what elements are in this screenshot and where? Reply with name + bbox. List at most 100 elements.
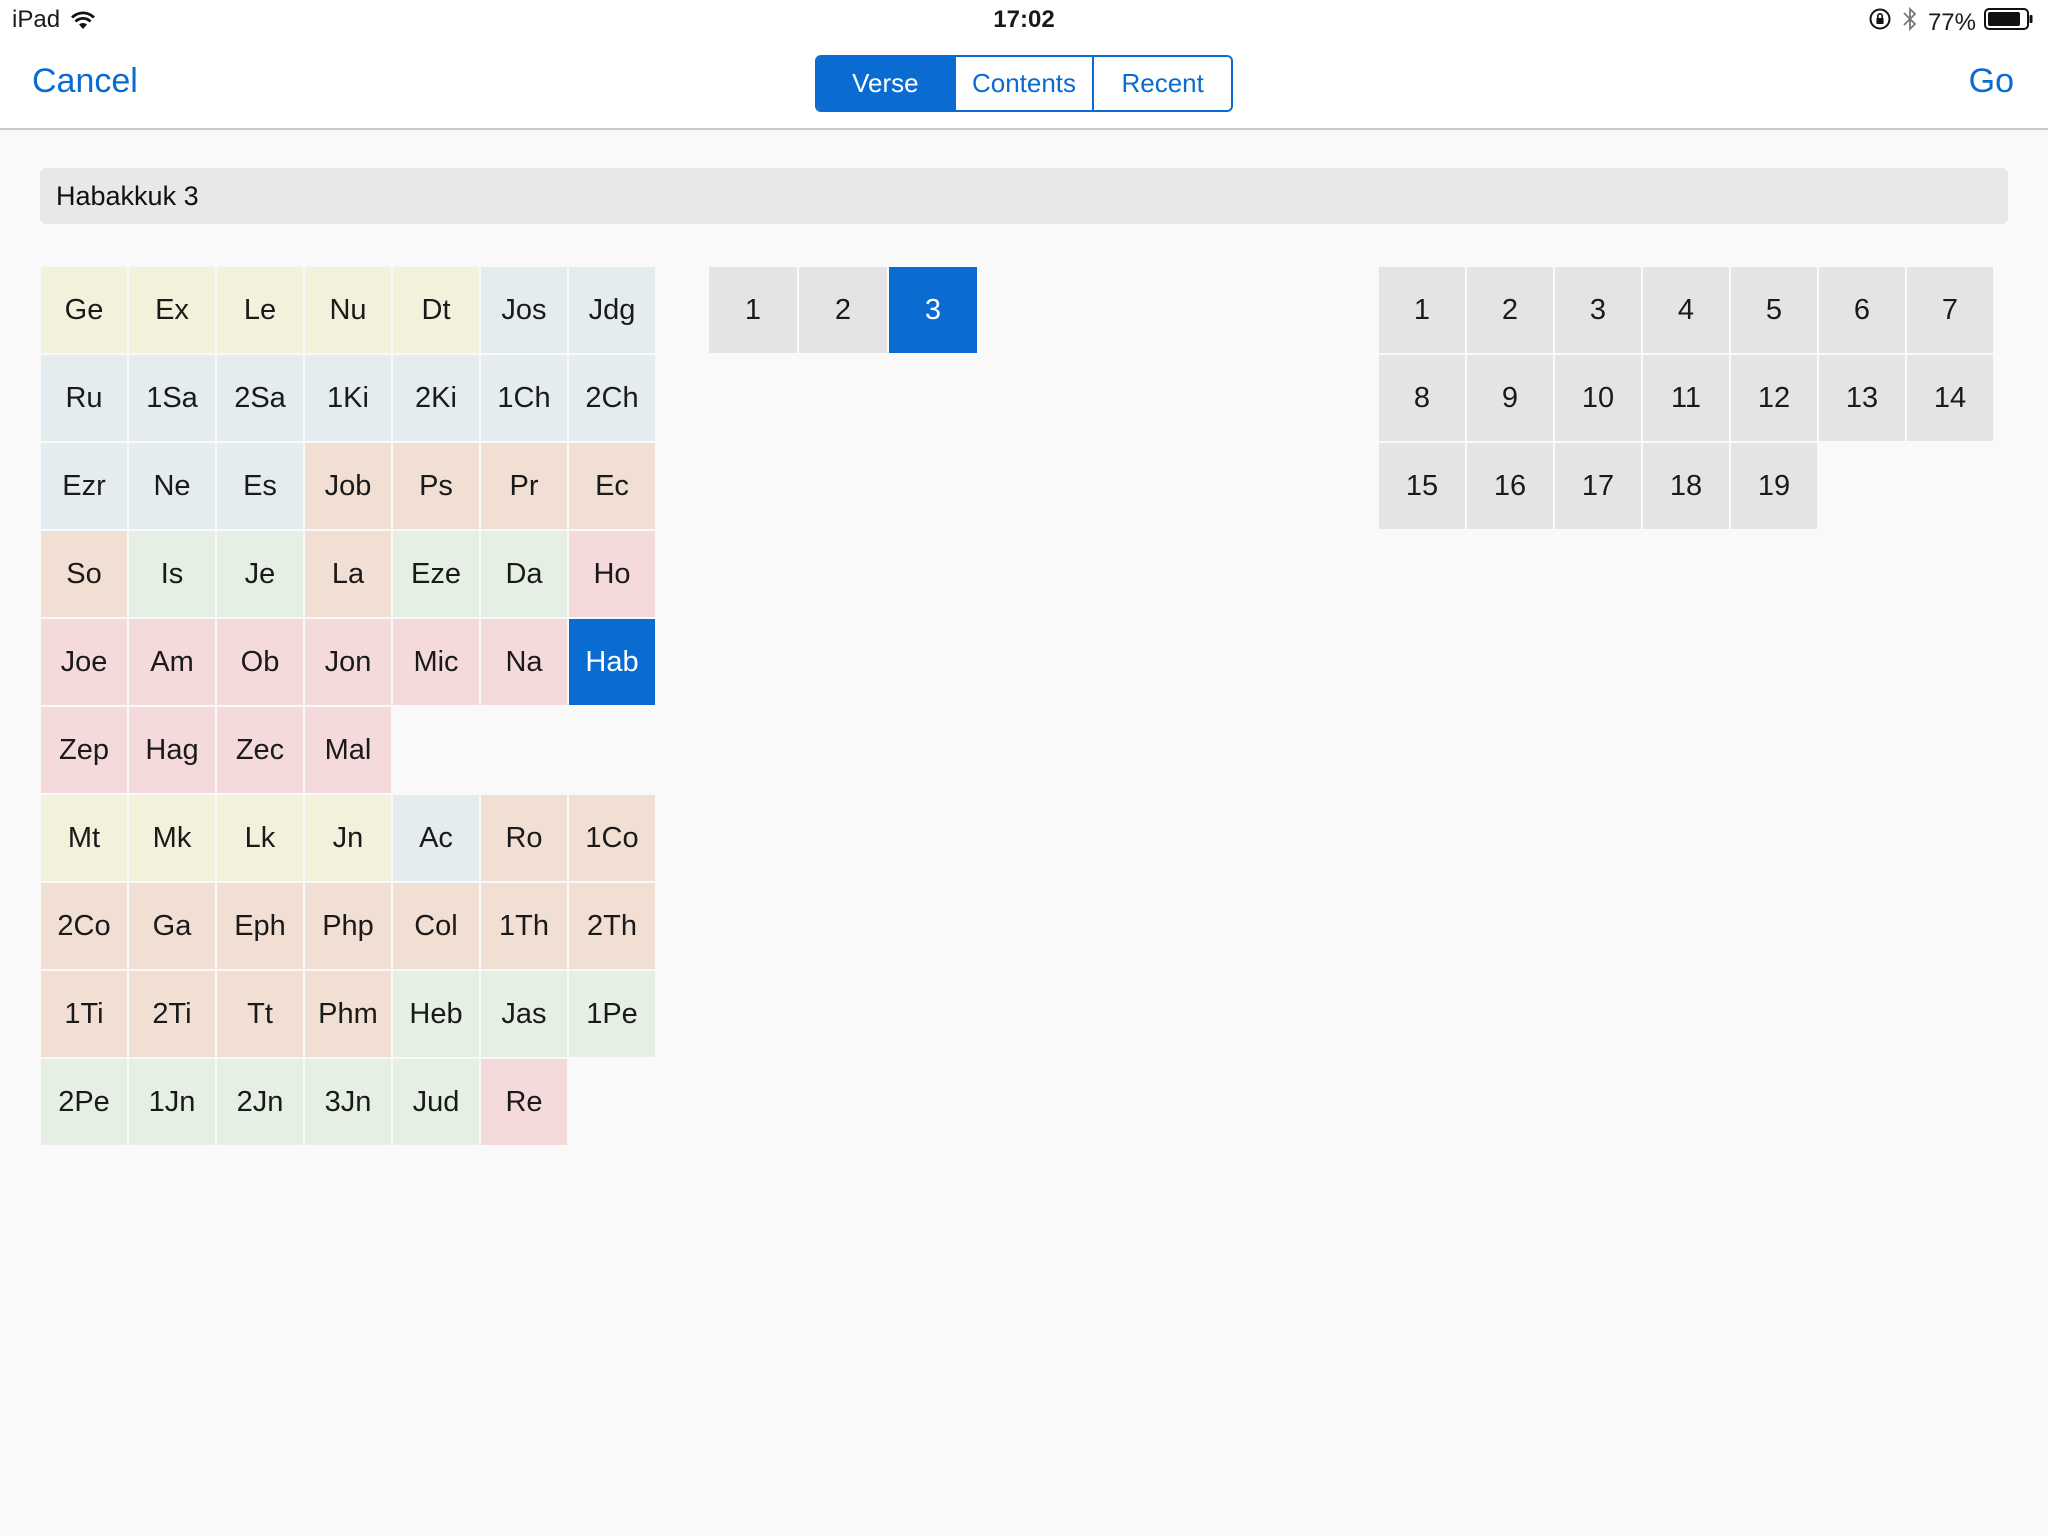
verse-cell-12[interactable]: 12 (1731, 355, 1817, 441)
book-cell-is[interactable]: Is (129, 531, 215, 617)
book-cell-1th[interactable]: 1Th (481, 883, 567, 969)
book-cell-ge[interactable]: Ge (41, 267, 127, 353)
verse-cell-8[interactable]: 8 (1379, 355, 1465, 441)
book-cell-1ki[interactable]: 1Ki (305, 355, 391, 441)
chapter-cell-3[interactable]: 3 (889, 267, 977, 353)
verse-cell-6[interactable]: 6 (1819, 267, 1905, 353)
book-cell-2th[interactable]: 2Th (569, 883, 655, 969)
book-cell-re[interactable]: Re (481, 1059, 567, 1145)
chapters-grid: 123 (709, 267, 977, 353)
book-cell-job[interactable]: Job (305, 443, 391, 529)
verse-cell-15[interactable]: 15 (1379, 443, 1465, 529)
verse-cell-11[interactable]: 11 (1643, 355, 1729, 441)
verse-cell-13[interactable]: 13 (1819, 355, 1905, 441)
book-cell-2sa[interactable]: 2Sa (217, 355, 303, 441)
books-grid-spacer (569, 707, 655, 793)
book-cell-ac[interactable]: Ac (393, 795, 479, 881)
verse-cell-3[interactable]: 3 (1555, 267, 1641, 353)
book-cell-ga[interactable]: Ga (129, 883, 215, 969)
book-cell-am[interactable]: Am (129, 619, 215, 705)
verse-cell-1[interactable]: 1 (1379, 267, 1465, 353)
book-cell-ob[interactable]: Ob (217, 619, 303, 705)
book-cell-je[interactable]: Je (217, 531, 303, 617)
book-cell-dt[interactable]: Dt (393, 267, 479, 353)
book-cell-1jn[interactable]: 1Jn (129, 1059, 215, 1145)
book-cell-1pe[interactable]: 1Pe (569, 971, 655, 1057)
book-cell-la[interactable]: La (305, 531, 391, 617)
book-cell-2ti[interactable]: 2Ti (129, 971, 215, 1057)
verse-cell-4[interactable]: 4 (1643, 267, 1729, 353)
reference-field[interactable]: Habakkuk 3 (40, 168, 2008, 224)
verse-cell-19[interactable]: 19 (1731, 443, 1817, 529)
verse-cell-9[interactable]: 9 (1467, 355, 1553, 441)
book-cell-ne[interactable]: Ne (129, 443, 215, 529)
book-cell-ho[interactable]: Ho (569, 531, 655, 617)
book-cell-eph[interactable]: Eph (217, 883, 303, 969)
battery-icon (1984, 7, 2034, 38)
book-cell-jud[interactable]: Jud (393, 1059, 479, 1145)
book-cell-2ch[interactable]: 2Ch (569, 355, 655, 441)
book-cell-ezr[interactable]: Ezr (41, 443, 127, 529)
book-cell-lk[interactable]: Lk (217, 795, 303, 881)
book-cell-jdg[interactable]: Jdg (569, 267, 655, 353)
book-cell-da[interactable]: Da (481, 531, 567, 617)
book-cell-hab[interactable]: Hab (569, 619, 655, 705)
book-cell-joe[interactable]: Joe (41, 619, 127, 705)
book-cell-1ti[interactable]: 1Ti (41, 971, 127, 1057)
book-cell-es[interactable]: Es (217, 443, 303, 529)
battery-percent: 77% (1927, 8, 1976, 36)
book-cell-eze[interactable]: Eze (393, 531, 479, 617)
book-cell-ex[interactable]: Ex (129, 267, 215, 353)
nav-bar: Cancel Verse Contents Recent Go (0, 40, 2048, 130)
book-cell-mt[interactable]: Mt (41, 795, 127, 881)
book-cell-phm[interactable]: Phm (305, 971, 391, 1057)
tab-contents[interactable]: Contents (953, 57, 1093, 110)
book-cell-jas[interactable]: Jas (481, 971, 567, 1057)
book-cell-1ch[interactable]: 1Ch (481, 355, 567, 441)
tab-recent[interactable]: Recent (1092, 57, 1231, 110)
book-cell-2pe[interactable]: 2Pe (41, 1059, 127, 1145)
book-cell-hag[interactable]: Hag (129, 707, 215, 793)
verse-cell-2[interactable]: 2 (1467, 267, 1553, 353)
chapter-cell-1[interactable]: 1 (709, 267, 797, 353)
book-cell-heb[interactable]: Heb (393, 971, 479, 1057)
verse-cell-10[interactable]: 10 (1555, 355, 1641, 441)
book-cell-zep[interactable]: Zep (41, 707, 127, 793)
book-cell-zec[interactable]: Zec (217, 707, 303, 793)
verse-cell-16[interactable]: 16 (1467, 443, 1553, 529)
book-cell-jn[interactable]: Jn (305, 795, 391, 881)
books-grid-spacer (481, 707, 567, 793)
tab-verse[interactable]: Verse (817, 57, 954, 110)
book-cell-1sa[interactable]: 1Sa (129, 355, 215, 441)
book-cell-php[interactable]: Php (305, 883, 391, 969)
go-button[interactable]: Go (1969, 62, 2014, 101)
book-cell-so[interactable]: So (41, 531, 127, 617)
book-cell-ro[interactable]: Ro (481, 795, 567, 881)
book-cell-nu[interactable]: Nu (305, 267, 391, 353)
book-cell-col[interactable]: Col (393, 883, 479, 969)
chapter-cell-2[interactable]: 2 (799, 267, 887, 353)
book-cell-pr[interactable]: Pr (481, 443, 567, 529)
verse-cell-18[interactable]: 18 (1643, 443, 1729, 529)
book-cell-ps[interactable]: Ps (393, 443, 479, 529)
book-cell-mal[interactable]: Mal (305, 707, 391, 793)
verse-cell-7[interactable]: 7 (1907, 267, 1993, 353)
book-cell-jon[interactable]: Jon (305, 619, 391, 705)
book-cell-2co[interactable]: 2Co (41, 883, 127, 969)
cancel-button[interactable]: Cancel (32, 62, 138, 101)
verse-cell-14[interactable]: 14 (1907, 355, 1993, 441)
book-cell-mic[interactable]: Mic (393, 619, 479, 705)
verse-cell-17[interactable]: 17 (1555, 443, 1641, 529)
book-cell-1co[interactable]: 1Co (569, 795, 655, 881)
book-cell-mk[interactable]: Mk (129, 795, 215, 881)
book-cell-ec[interactable]: Ec (569, 443, 655, 529)
book-cell-2ki[interactable]: 2Ki (393, 355, 479, 441)
book-cell-le[interactable]: Le (217, 267, 303, 353)
book-cell-2jn[interactable]: 2Jn (217, 1059, 303, 1145)
book-cell-na[interactable]: Na (481, 619, 567, 705)
book-cell-jos[interactable]: Jos (481, 267, 567, 353)
book-cell-ru[interactable]: Ru (41, 355, 127, 441)
verse-cell-5[interactable]: 5 (1731, 267, 1817, 353)
book-cell-3jn[interactable]: 3Jn (305, 1059, 391, 1145)
book-cell-tt[interactable]: Tt (217, 971, 303, 1057)
